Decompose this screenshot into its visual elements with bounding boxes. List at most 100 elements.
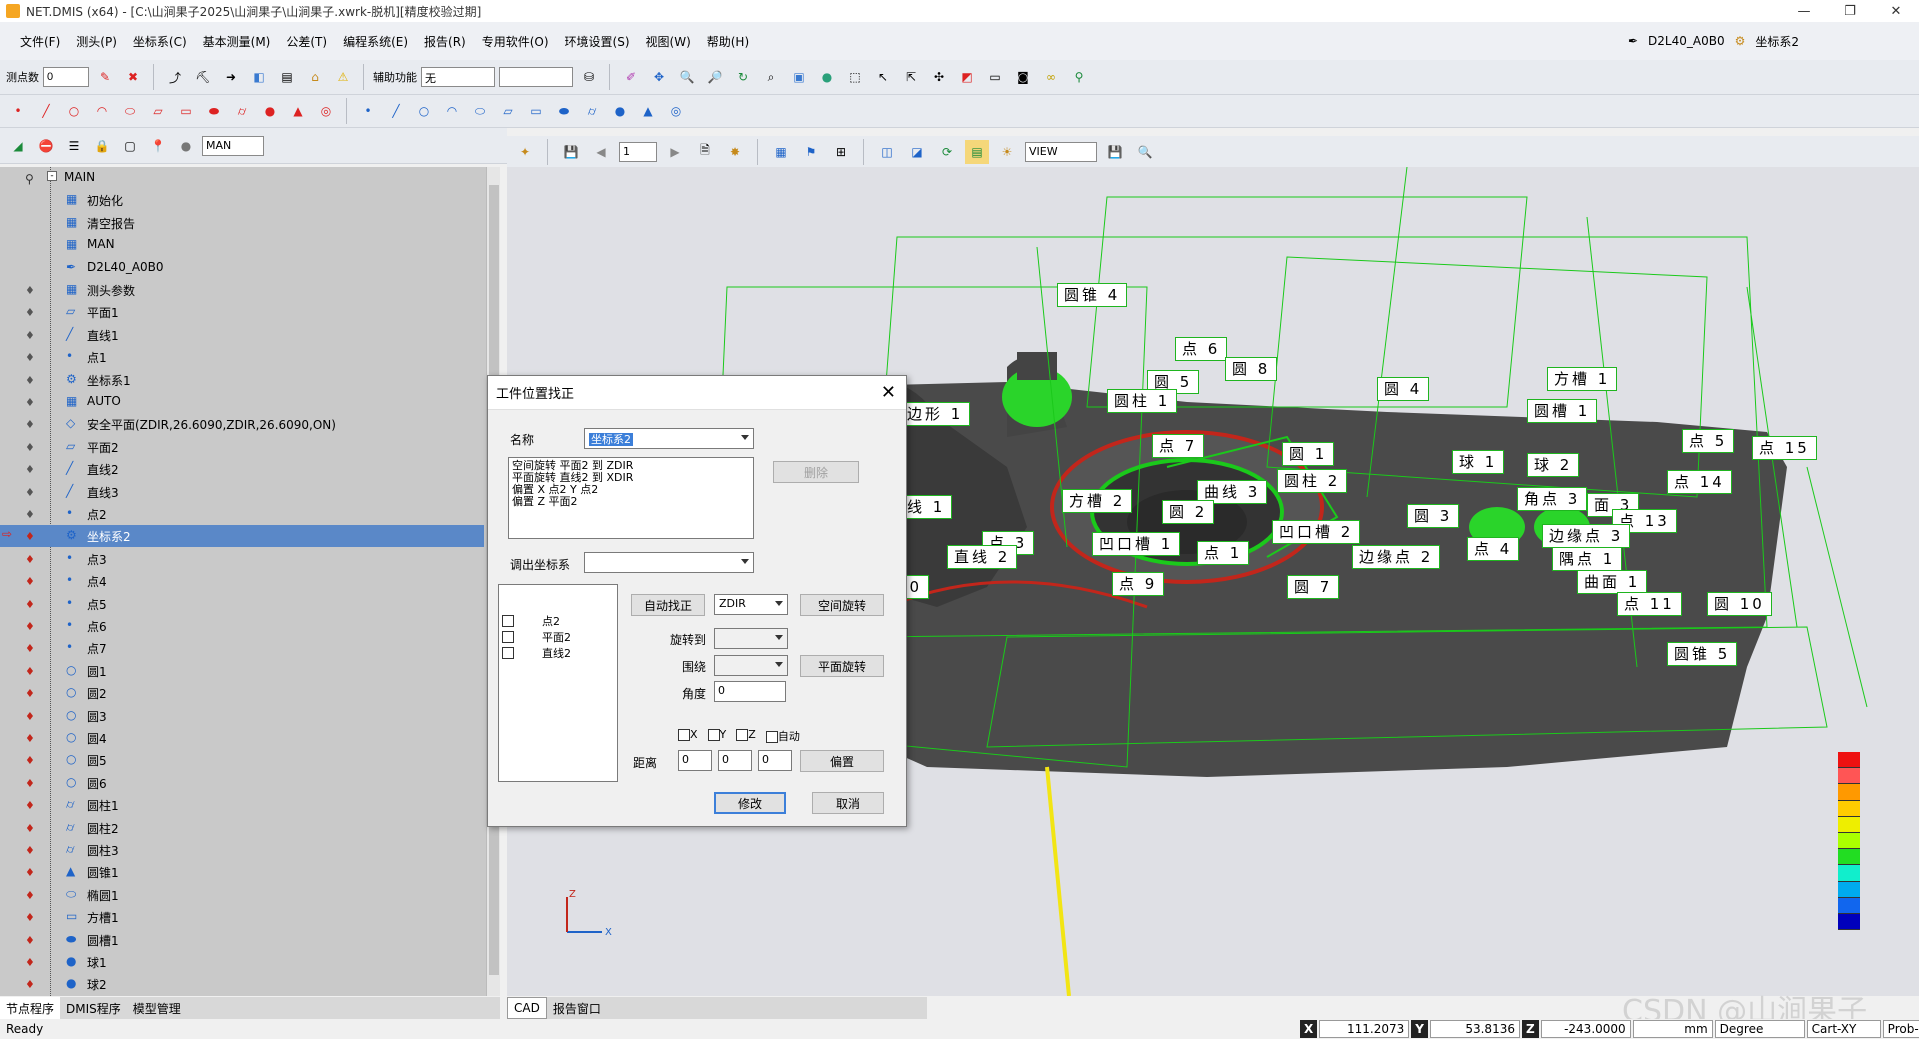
tree-item[interactable]: ♦ • 点3 [0, 548, 484, 570]
space-rotate-button[interactable]: 空间旋转 [800, 594, 884, 616]
cad-feature-label[interactable]: 圆 3 [1407, 504, 1460, 528]
torus-feature-icon[interactable]: ◎ [314, 99, 338, 123]
bulb-icon[interactable]: ♦ [25, 866, 36, 879]
bulb-icon[interactable]: ♦ [25, 441, 36, 454]
bulb-icon[interactable]: ♦ [25, 822, 36, 835]
cad-feature-label[interactable]: 圆 4 [1377, 377, 1430, 401]
tree-item[interactable]: ♦ ⌭ 圆柱2 [0, 817, 484, 839]
cad-feature-label[interactable]: 圆柱 1 [1107, 389, 1178, 413]
zoom-window-icon[interactable]: ⌕ [759, 65, 783, 89]
chk-z[interactable]: Z [736, 728, 756, 744]
dialog-close-button[interactable]: ✕ [881, 382, 896, 403]
tree-item[interactable]: ♦ ● 球2 [0, 973, 484, 995]
offset-button[interactable]: 偏置 [800, 750, 884, 772]
cad-feature-label[interactable]: 角点 3 [1517, 487, 1588, 511]
bulb-icon[interactable]: ♦ [25, 710, 36, 723]
cad-feature-label[interactable]: 圆 2 [1162, 500, 1215, 524]
cad-feature-label[interactable]: 边缘点 3 [1542, 524, 1631, 548]
tree-item[interactable]: ♦ ╱ 直线1 [0, 324, 484, 346]
menu-view[interactable]: 视图(W) [638, 33, 699, 50]
plane-cad-icon[interactable]: ▱ [496, 99, 520, 123]
tree-item[interactable]: ♦ ○ 圆1 [0, 660, 484, 682]
alignment-steps[interactable]: 空间旋转 平面2 到 ZDIR 平面旋转 直线2 到 XDIR 偏置 X 点2 … [508, 457, 754, 539]
ellipse-feature-icon[interactable]: ⬭ [118, 99, 142, 123]
bulb-icon[interactable]: ♦ [25, 396, 36, 409]
bulb-icon[interactable]: ♦ [25, 351, 36, 364]
name-combo[interactable]: 坐标系2 [584, 428, 754, 449]
ellipse-cad-icon[interactable]: ⬭ [468, 99, 492, 123]
camera-icon[interactable]: ◙ [1011, 65, 1035, 89]
bulb-icon[interactable]: ♦ [25, 418, 36, 431]
pointer2-icon[interactable]: ⇱ [899, 65, 923, 89]
bulb-icon[interactable]: ♦ [25, 284, 36, 297]
menu-help[interactable]: 帮助(H) [699, 33, 757, 50]
tree-item[interactable]: ♦ ▦ AUTO [0, 391, 484, 413]
rotate-icon[interactable]: ↻ [731, 65, 755, 89]
cad-feature-label[interactable]: 点 11 [1617, 592, 1682, 616]
tree-item[interactable]: ▦ 初始化 [0, 189, 484, 211]
tab-report-window[interactable]: 报告窗口 [547, 997, 607, 1019]
view-select[interactable]: VIEW [1025, 141, 1097, 162]
menu-coord[interactable]: 坐标系(C) [125, 33, 195, 50]
rect-slot-feature-icon[interactable]: ▭ [174, 99, 198, 123]
restore-button[interactable]: ❐ [1827, 0, 1873, 22]
doc-icon[interactable]: 🗎 [693, 140, 717, 164]
tool-icon[interactable]: ⚲ [1067, 65, 1091, 89]
box-icon[interactable]: ▣ [787, 65, 811, 89]
cad-feature-label[interactable]: 凹口槽 2 [1272, 520, 1361, 544]
bulb-icon[interactable]: ♦ [25, 889, 36, 902]
round-slot-feature-icon[interactable]: ⬬ [202, 99, 226, 123]
rect-slot-cad-icon[interactable]: ▭ [524, 99, 548, 123]
cylinder-cad-icon[interactable]: ⌭ [580, 99, 604, 123]
bulb-icon[interactable]: ♦ [25, 463, 36, 476]
cad-feature-label[interactable]: 圆 8 [1225, 357, 1278, 381]
bulb-icon[interactable]: ♦ [25, 374, 36, 387]
window-icon[interactable]: ▭ [983, 65, 1007, 89]
point-cad-icon[interactable]: • [356, 99, 380, 123]
tree-item[interactable]: ♦ ⬬ 圆槽1 [0, 929, 484, 951]
cad-feature-label[interactable]: 曲面 1 [1577, 570, 1648, 594]
feature-list[interactable]: 点2 平面2 直线2 [498, 584, 618, 782]
chk-x[interactable]: X [678, 728, 698, 744]
tree-item[interactable]: ♦ • 点7 [0, 637, 484, 659]
auto-align-button[interactable]: 自动找正 [631, 594, 705, 616]
bulb-icon[interactable]: ♦ [25, 329, 36, 342]
tree-item[interactable]: ♦ • 点1 [0, 346, 484, 368]
bulb-icon[interactable]: ♦ [25, 530, 36, 543]
current-probe[interactable]: D2L40_A0B0 [1648, 34, 1725, 48]
tab-node-program[interactable]: 节点程序 [0, 997, 61, 1019]
distance-y[interactable]: 0 [718, 750, 752, 771]
cad-feature-label[interactable]: 圆锥 4 [1057, 283, 1128, 307]
pin-red-icon[interactable]: 📍 [146, 134, 170, 158]
bulb-icon[interactable] [25, 217, 36, 230]
stop-icon[interactable]: ⛔ [34, 134, 58, 158]
warning-icon[interactable]: ⚠ [331, 65, 355, 89]
home-icon[interactable]: ⌂ [303, 65, 327, 89]
cad-feature-label[interactable]: 球 2 [1527, 453, 1580, 477]
plane-rotate-button[interactable]: 平面旋转 [800, 655, 884, 677]
tree-item[interactable]: ♦ ▭ 方槽1 [0, 906, 484, 928]
cylinder-feature-icon[interactable]: ⌭ [230, 99, 254, 123]
bulb-icon[interactable] [25, 262, 36, 275]
tree-item[interactable]: ♦ • 点6 [0, 615, 484, 637]
bulb-icon[interactable]: ♦ [25, 598, 36, 611]
menu-settings[interactable]: 环境设置(S) [557, 33, 638, 50]
goto-icon[interactable]: ➜ [219, 65, 243, 89]
lock-icon[interactable]: 🔒 [90, 134, 114, 158]
tree-item[interactable]: ♦ ● 球1 [0, 951, 484, 973]
tree-item[interactable]: ♦ • 点4 [0, 570, 484, 592]
page-select[interactable]: 1 [619, 141, 657, 162]
plane-feature-icon[interactable]: ▱ [146, 99, 170, 123]
tree-item[interactable]: ♦ ▱ 平面2 [0, 436, 484, 458]
tree-item[interactable]: ♦ ○ 圆2 [0, 682, 484, 704]
close-button[interactable]: ✕ [1873, 0, 1919, 22]
refresh-icon[interactable]: ⟳ [935, 140, 959, 164]
cad-feature-label[interactable]: 点 7 [1152, 434, 1205, 458]
chk-auto[interactable]: 自动 [765, 728, 800, 744]
bulb-icon[interactable]: ♦ [25, 642, 36, 655]
probe-tool-icon[interactable]: ✎ [93, 65, 117, 89]
save-view-icon[interactable]: 💾 [1103, 140, 1127, 164]
cad-feature-label[interactable]: 凹口槽 1 [1092, 532, 1181, 556]
cad-feature-label[interactable]: 点 5 [1682, 429, 1735, 453]
star-icon[interactable]: ✸ [723, 140, 747, 164]
